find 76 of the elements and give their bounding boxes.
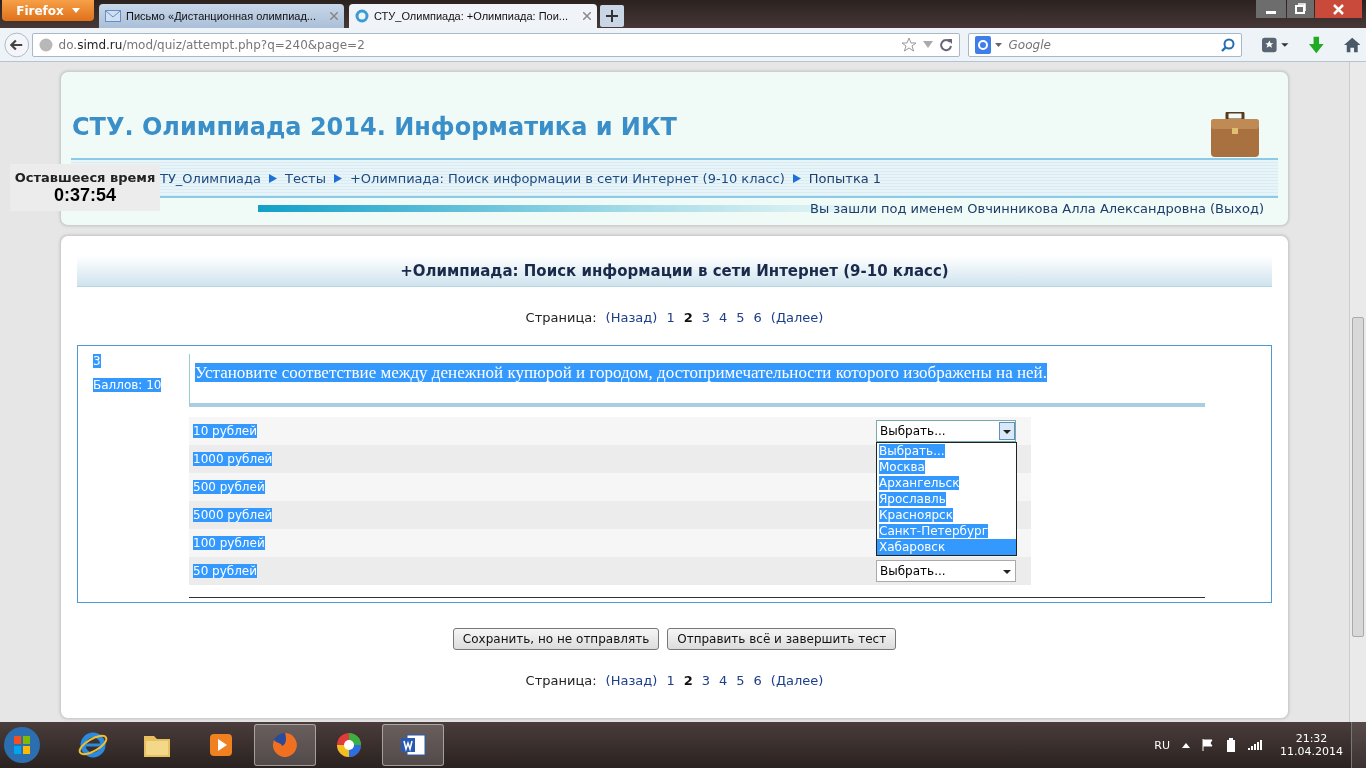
breadcrumb-link[interactable]: +Олимпиада: Поиск информации в сети Интернет (9-10 класс) [349,170,785,186]
new-tab-icon[interactable] [600,5,624,27]
language-indicator[interactable]: RU [1154,738,1170,752]
timer-value: 0:37:54 [53,184,116,206]
answer-label: 1000 рублей [193,452,273,466]
close-icon[interactable] [583,12,591,20]
home-icon[interactable] [1343,35,1360,54]
breadcrumb-link[interactable]: ТУ_Олимпиада [160,170,262,186]
answer-label: 100 рублей [193,536,265,550]
pagination-label: Страница: [525,673,597,688]
start-icon[interactable] [2,725,42,765]
clock-time[interactable]: 21:32 [1295,732,1328,745]
search-engine-icon[interactable] [974,35,1003,54]
battery-icon[interactable] [1226,738,1236,752]
envelope-icon [105,10,121,22]
browser-tab[interactable]: Письмо «Дистанционная олимпиад... [99,4,344,28]
close-icon[interactable] [1315,0,1362,18]
action-button[interactable]: Отправить всё и завершить тест [667,628,897,650]
action-button[interactable]: Сохранить, но не отправлять [452,628,660,650]
page-link[interactable]: 1 [666,310,675,325]
next-link[interactable]: (Далее) [770,310,824,325]
breadcrumb-link[interactable]: Тесты [285,170,326,186]
back-icon[interactable] [4,30,30,59]
page-link[interactable]: 5 [736,673,745,688]
star-icon[interactable] [900,36,917,53]
show-desktop-button[interactable] [1351,722,1366,768]
page-link[interactable]: 4 [719,310,728,325]
minimize-icon[interactable] [1256,0,1286,18]
next-link[interactable]: (Далее) [770,673,824,688]
address-bar[interactable]: do.simd.ru/mod/quiz/attempt.php?q=240&page=2 [31,32,960,57]
breadcrumb-current: Попытка 1 [808,170,882,186]
ring-icon [355,9,369,23]
flag-icon[interactable] [1202,739,1214,751]
page-link[interactable]: 3 [701,673,710,688]
question-text: Установите соответствие между денежной купюрой и городом, достопримечательности которого изображены на ней. [195,363,1047,382]
page-link[interactable]: 1 [666,673,675,688]
signal-icon[interactable] [1248,740,1262,750]
arrow-icon [333,173,342,183]
question-points: Баллов: 10 [93,378,162,392]
scrollbar[interactable] [1349,62,1366,722]
pagination-label: Страница: [525,310,597,325]
page-link[interactable]: 5 [736,310,745,325]
page-link[interactable]: 6 [753,673,762,688]
previous-link[interactable]: (Назад) [605,673,658,688]
browser-tab[interactable]: СТУ_Олимпиада: +Олимпиада: Пои... [349,4,597,28]
briefcase-icon [1210,112,1260,158]
reload-icon[interactable] [938,37,953,52]
globe-icon [38,37,53,52]
page-link[interactable]: 6 [753,310,762,325]
city-select[interactable]: Выбрать... [876,560,1016,582]
question-number: 3 [93,354,101,368]
chevron-up-icon[interactable] [1182,742,1190,748]
arrow-icon [269,173,278,183]
search-bar[interactable]: Google [967,32,1242,57]
timer-label: Оставшееся время [14,169,156,185]
page-link[interactable]: 4 [719,673,728,688]
site-title: СТУ. Олимпиада 2014. Информатика и ИКТ [72,113,677,141]
city-select[interactable]: Выбрать... [876,420,1016,442]
arrow-icon [792,173,801,183]
previous-link[interactable]: (Назад) [605,310,658,325]
answer-label: 500 рублей [193,480,265,494]
page-link[interactable]: 3 [701,310,710,325]
answer-label: 10 рублей [193,424,258,438]
taskbar-button[interactable] [382,724,444,766]
quiz-title: +Олимпиада: Поиск информации в сети Интернет (9-10 класс) [77,256,1272,287]
page-link[interactable]: 2 [683,310,693,325]
page-link[interactable]: 2 [683,673,693,688]
bookmarks-icon[interactable] [1261,35,1289,54]
download-icon[interactable] [1308,35,1324,54]
caret-icon [71,8,80,13]
restore-icon[interactable] [1287,0,1314,18]
answer-label: 5000 рублей [193,508,273,522]
login-info: Вы зашли под именем Овчинникова Алла Александровна (Выход) [810,200,1264,216]
answer-label: 50 рублей [193,564,258,578]
search-icon[interactable] [1220,37,1235,52]
clock-date[interactable]: 11.04.2014 [1280,745,1343,758]
